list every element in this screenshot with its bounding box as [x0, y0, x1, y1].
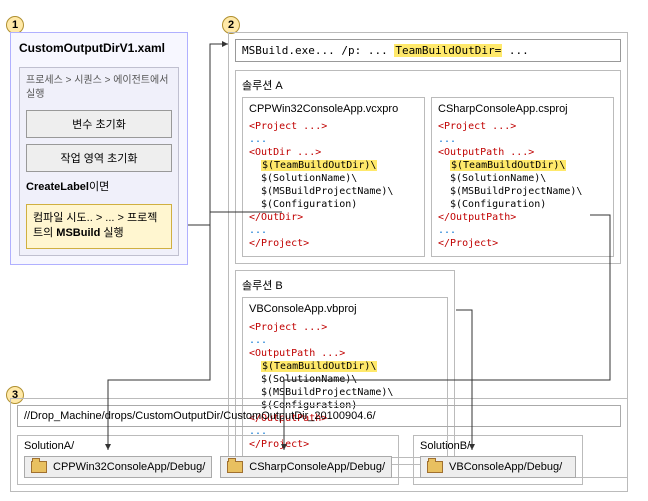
- drop-solution-a-title: SolutionA/: [24, 440, 392, 452]
- project-csharp-name: CSharpConsoleApp.csproj: [438, 102, 607, 116]
- folder-icon: [227, 461, 243, 473]
- vb-pn: $(MSBuildProjectName)\: [261, 386, 441, 399]
- vb-out-open: <OutputPath ...>: [249, 348, 345, 359]
- folder-icon: [427, 461, 443, 473]
- folder-csharp: CSharpConsoleApp/Debug/: [220, 456, 392, 478]
- solution-b-title: 솔루션 B: [242, 277, 448, 293]
- folder-vb-label: VBConsoleApp/Debug/: [449, 461, 562, 473]
- folder-cpp: CPPWin32ConsoleApp/Debug/: [24, 456, 212, 478]
- xaml-title: CustomOutputDirV1.xaml: [19, 41, 179, 59]
- createlabel-suffix: 이면: [89, 181, 109, 193]
- cpp-ellipsis2: ...: [249, 224, 418, 237]
- panel-drop: //Drop_Machine/drops/CustomOutputDir/Cus…: [10, 398, 628, 492]
- cpp-cfg: $(Configuration): [261, 198, 418, 211]
- project-cpp-name: CPPWin32ConsoleApp.vcxpro: [249, 102, 418, 116]
- cs-out-open: <OutputPath ...>: [438, 147, 534, 158]
- cpp-out-close: </OutDir>: [249, 212, 303, 223]
- cs-out-close: </OutputPath>: [438, 212, 516, 223]
- cs-proj-close: </Project>: [438, 238, 498, 249]
- step-msbuild-highlight: 컴파일 시도.. > ... > 프로젝트의 MSBuild 실행: [26, 204, 172, 249]
- drop-path: //Drop_Machine/drops/CustomOutputDir/Cus…: [17, 405, 621, 427]
- drop-solution-a: SolutionA/ CPPWin32ConsoleApp/Debug/ CSh…: [17, 435, 399, 485]
- cmd-var: TeamBuildOutDir=: [394, 44, 502, 57]
- cs-ellipsis2: ...: [438, 224, 607, 237]
- folder-vb: VBConsoleApp/Debug/: [420, 456, 576, 478]
- step-init-vars: 변수 초기화: [26, 110, 172, 138]
- cpp-var: $(TeamBuildOutDir)\: [261, 160, 377, 171]
- createlabel-bold: CreateLabel: [26, 181, 89, 193]
- cs-proj-open: <Project ...>: [438, 121, 516, 132]
- cpp-proj-open: <Project ...>: [249, 121, 327, 132]
- folder-icon: [31, 461, 47, 473]
- vb-proj-open: <Project ...>: [249, 322, 327, 333]
- vb-ellipsis1: ...: [249, 334, 441, 347]
- drop-solutions-row: SolutionA/ CPPWin32ConsoleApp/Debug/ CSh…: [17, 435, 621, 485]
- project-cpp: CPPWin32ConsoleApp.vcxpro <Project ...> …: [242, 97, 425, 257]
- msbuild-cmdline: MSBuild.exe... /p: ... TeamBuildOutDir= …: [235, 39, 621, 62]
- folder-csharp-label: CSharpConsoleApp/Debug/: [249, 461, 385, 473]
- cs-var: $(TeamBuildOutDir)\: [450, 160, 566, 171]
- vb-sn: $(SolutionName)\: [261, 373, 441, 386]
- cpp-sn: $(SolutionName)\: [261, 172, 418, 185]
- vb-var: $(TeamBuildOutDir)\: [261, 361, 377, 372]
- solution-a-projects: CPPWin32ConsoleApp.vcxpro <Project ...> …: [242, 97, 614, 257]
- cpp-out-open: <OutDir ...>: [249, 147, 321, 158]
- cpp-pn: $(MSBuildProjectName)\: [261, 185, 418, 198]
- cpp-proj-close: </Project>: [249, 238, 309, 249]
- cmd-pre: MSBuild.exe... /p: ...: [242, 44, 394, 57]
- folder-cpp-label: CPPWin32ConsoleApp/Debug/: [53, 461, 205, 473]
- project-vb-name: VBConsoleApp.vbproj: [249, 302, 441, 316]
- drop-solution-b-title: SolutionB/: [420, 440, 576, 452]
- xaml-inner: 프로세스 > 시퀀스 > 에이전트에서 실행 변수 초기화 작업 영역 초기화 …: [19, 67, 179, 256]
- cs-cfg: $(Configuration): [450, 198, 607, 211]
- drop-solution-b: SolutionB/ VBConsoleApp/Debug/: [413, 435, 583, 485]
- solution-a-title: 솔루션 A: [242, 77, 614, 93]
- solution-a-box: 솔루션 A CPPWin32ConsoleApp.vcxpro <Project…: [235, 70, 621, 264]
- panel-xaml: CustomOutputDirV1.xaml 프로세스 > 시퀀스 > 에이전트…: [10, 32, 188, 265]
- cs-pn: $(MSBuildProjectName)\: [450, 185, 607, 198]
- hl-post: 실행: [100, 227, 123, 239]
- project-csharp: CSharpConsoleApp.csproj <Project ...> ..…: [431, 97, 614, 257]
- step-init-workspace: 작업 영역 초기화: [26, 144, 172, 172]
- xaml-breadcrumb: 프로세스 > 시퀀스 > 에이전트에서 실행: [26, 74, 172, 102]
- cs-sn: $(SolutionName)\: [450, 172, 607, 185]
- hl-bold: MSBuild: [56, 227, 100, 239]
- step-createlabel: CreateLabel이면: [26, 178, 172, 194]
- cmd-post: ...: [502, 44, 529, 57]
- cs-ellipsis1: ...: [438, 133, 607, 146]
- cpp-ellipsis1: ...: [249, 133, 418, 146]
